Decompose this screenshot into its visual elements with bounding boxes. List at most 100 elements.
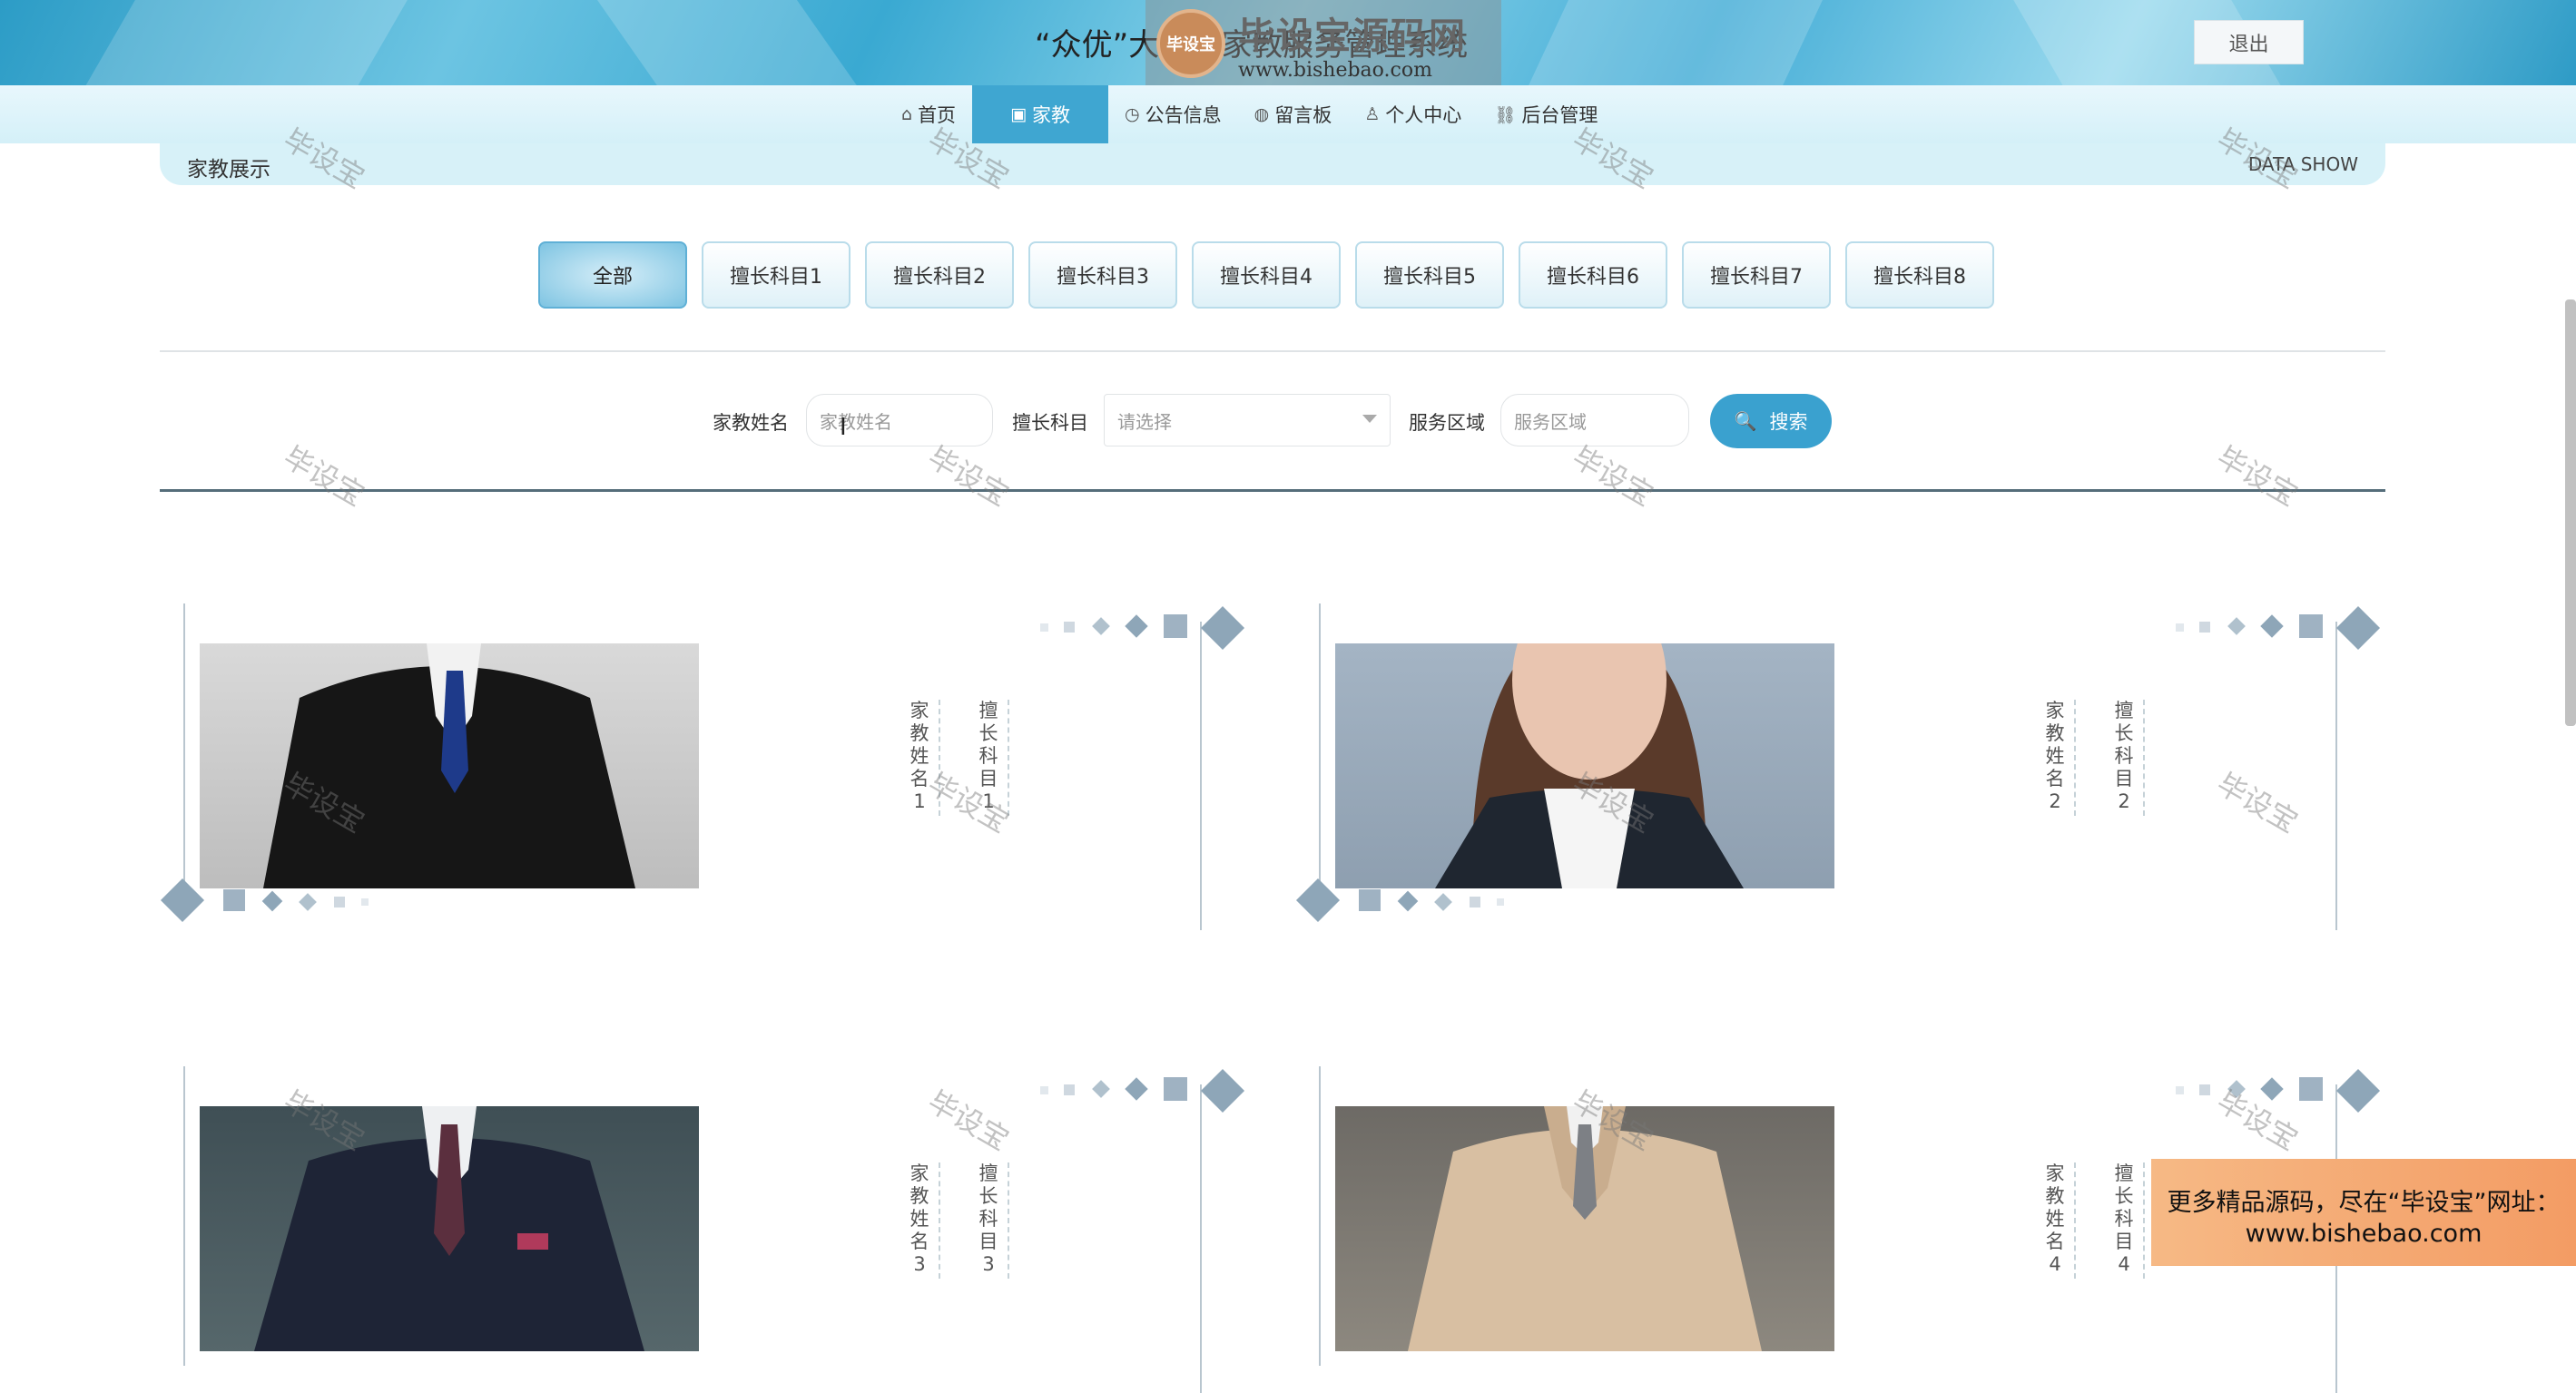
diamond-decor xyxy=(2335,605,2381,651)
section-title: 家教展示 xyxy=(187,158,270,181)
logout-button[interactable]: 退出 xyxy=(2194,20,2304,64)
area-label: 服务区域 xyxy=(1409,412,1485,434)
diamond-decor xyxy=(1295,878,1341,923)
clock-icon: ◷ xyxy=(1125,104,1140,124)
square-decor xyxy=(2299,614,2323,638)
diamond-decor xyxy=(1434,893,1452,911)
text-cursor-icon: I xyxy=(840,414,847,441)
nav-item-label: 家教 xyxy=(1032,104,1071,126)
watermark-logo: 毕设宝 毕设宝源码网 www.bishebao.com xyxy=(1145,0,1501,87)
square-decor xyxy=(1064,1084,1075,1095)
area-input[interactable]: 服务区域 xyxy=(1500,394,1689,446)
nav-item-label: 个人中心 xyxy=(1385,104,1462,126)
category-button[interactable]: 擅长科目4 xyxy=(1192,241,1341,309)
diamond-decor xyxy=(2335,1068,2381,1113)
card-decor-line xyxy=(1319,603,1321,903)
square-decor xyxy=(2199,622,2210,633)
square-decor xyxy=(1164,614,1187,638)
tutor-name: 家教姓名3 xyxy=(904,1162,940,1279)
promo-url: www.bishebao.com xyxy=(2245,1220,2483,1248)
card-decor-line xyxy=(2335,622,2337,930)
gift-icon: ▣ xyxy=(1010,104,1027,124)
tutor-subject: 擅长科目2 xyxy=(2109,700,2145,816)
square-decor xyxy=(1470,897,1480,907)
nav-item-tutor[interactable]: ▣ 家教 xyxy=(972,85,1109,143)
link-icon: ⛓ xyxy=(1494,104,1517,125)
nav-item-profile[interactable]: ♙ 个人中心 xyxy=(1348,85,1478,143)
category-button[interactable]: 擅长科目5 xyxy=(1355,241,1504,309)
tutor-name: 家教姓名4 xyxy=(2040,1162,2076,1279)
main-nav: ⌂ 首页 ▣ 家教 ◷ 公告信息 ◍ 留言板 ♙ 个人中心 ⛓ 后台管理 xyxy=(0,85,2576,143)
tutor-subject: 擅长科目3 xyxy=(973,1162,1009,1279)
diamond-decor xyxy=(1200,1068,1245,1113)
square-decor xyxy=(2299,1077,2323,1101)
user-icon: ♙ xyxy=(1364,104,1381,124)
card-decor-line xyxy=(183,603,185,903)
header-decor xyxy=(62,0,428,85)
search-icon: 🔍 xyxy=(1734,410,1757,432)
square-decor xyxy=(1164,1077,1187,1101)
subject-select-value: 请选择 xyxy=(1117,410,1172,433)
diamond-decor xyxy=(261,890,283,912)
header-decor xyxy=(1505,0,1835,85)
category-button[interactable]: 擅长科目1 xyxy=(702,241,850,309)
nav-item-messages[interactable]: ◍ 留言板 xyxy=(1238,85,1349,143)
diamond-decor xyxy=(299,893,317,911)
search-button[interactable]: 🔍 搜索 xyxy=(1710,394,1832,448)
diamond-decor xyxy=(1125,1077,1148,1101)
watermark-brand: 毕设宝源码网 xyxy=(1238,15,1467,57)
scrollbar[interactable] xyxy=(2565,299,2576,726)
category-button[interactable]: 擅长科目6 xyxy=(1519,241,1667,309)
diamond-decor xyxy=(1200,605,1245,651)
square-decor xyxy=(223,889,245,911)
name-input[interactable]: 家教姓名 xyxy=(806,394,993,446)
search-bar: 家教姓名 家教姓名 擅长科目 请选择 服务区域 服务区域 🔍 搜索 xyxy=(0,394,2576,448)
promo-line: 更多精品源码，尽在“毕设宝”网址： xyxy=(2167,1189,2561,1217)
tutor-subject: 擅长科目4 xyxy=(2109,1162,2145,1279)
diamond-decor xyxy=(160,878,205,923)
name-label: 家教姓名 xyxy=(713,412,789,434)
square-decor xyxy=(2176,623,2184,632)
diamond-decor xyxy=(1125,614,1148,638)
square-decor xyxy=(1040,1086,1048,1094)
square-decor xyxy=(1040,623,1048,632)
nav-item-label: 公告信息 xyxy=(1145,104,1222,126)
category-button[interactable]: 擅长科目7 xyxy=(1682,241,1831,309)
square-decor xyxy=(361,898,369,906)
nav-item-label: 留言板 xyxy=(1274,104,1332,126)
category-filter: 全部 擅长科目1 擅长科目2 擅长科目3 擅长科目4 擅长科目5 擅长科目6 擅… xyxy=(538,241,1994,309)
square-decor xyxy=(1064,622,1075,633)
square-decor xyxy=(334,897,345,907)
watermark-url: www.bishebao.com xyxy=(1238,58,1432,82)
tutor-photo[interactable] xyxy=(1335,1106,1834,1351)
tutor-photo[interactable] xyxy=(200,643,699,888)
diamond-decor xyxy=(1397,890,1419,912)
square-decor xyxy=(2176,1086,2184,1094)
home-icon: ⌂ xyxy=(901,104,913,124)
diamond-decor xyxy=(2260,614,2284,638)
tutor-name: 家教姓名2 xyxy=(2040,700,2076,816)
tutor-card[interactable]: 家教姓名1 擅长科目1 xyxy=(160,603,1245,930)
divider xyxy=(160,350,2385,352)
category-all-button[interactable]: 全部 xyxy=(538,241,687,309)
nav-item-notice[interactable]: ◷ 公告信息 xyxy=(1108,85,1238,143)
chevron-down-icon xyxy=(1362,415,1377,423)
subject-select[interactable]: 请选择 xyxy=(1104,394,1391,446)
card-decor-line xyxy=(1200,622,1202,930)
header-decor xyxy=(584,0,887,85)
square-decor xyxy=(2199,1084,2210,1095)
promo-banner[interactable]: 更多精品源码，尽在“毕设宝”网址： www.bishebao.com xyxy=(2151,1159,2576,1266)
tutor-card[interactable]: 家教姓名2 擅长科目2 xyxy=(1295,603,2381,930)
section-banner: 家教展示 DATA SHOW xyxy=(160,143,2385,185)
square-decor xyxy=(1359,889,1381,911)
card-decor-line xyxy=(183,1066,185,1366)
globe-icon: ◍ xyxy=(1254,104,1270,124)
category-button[interactable]: 擅长科目8 xyxy=(1845,241,1994,309)
category-button[interactable]: 擅长科目3 xyxy=(1028,241,1177,309)
diamond-decor xyxy=(1092,1080,1110,1098)
diamond-decor xyxy=(2227,617,2246,635)
tutor-photo[interactable] xyxy=(200,1106,699,1351)
category-button[interactable]: 擅长科目2 xyxy=(865,241,1014,309)
search-button-label: 搜索 xyxy=(1769,411,1808,433)
diamond-decor xyxy=(1092,617,1110,635)
